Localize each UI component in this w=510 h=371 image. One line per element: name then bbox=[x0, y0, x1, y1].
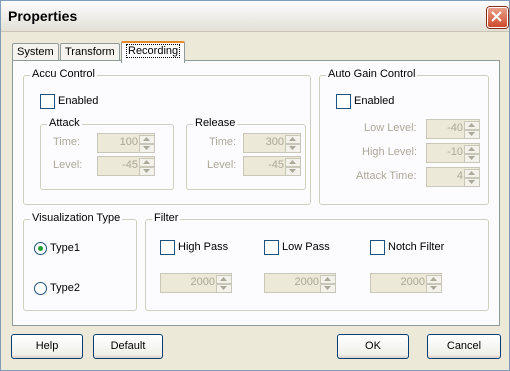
accu-enabled-label: Enabled bbox=[58, 95, 99, 107]
attack-level-label: Level: bbox=[53, 159, 83, 171]
accu-enabled-checkbox[interactable] bbox=[40, 94, 55, 109]
help-button[interactable]: Help bbox=[11, 334, 83, 359]
spin-up-icon[interactable] bbox=[139, 135, 155, 144]
spin-up-icon[interactable] bbox=[285, 135, 301, 144]
spin-down-icon[interactable] bbox=[285, 167, 301, 176]
spin-up-icon[interactable] bbox=[464, 121, 480, 130]
tab-system[interactable]: System bbox=[12, 43, 59, 61]
release-level-label: Level: bbox=[207, 159, 237, 171]
low-level-spinner[interactable]: -40 bbox=[426, 119, 480, 139]
attack-level-spinner[interactable]: -45 bbox=[97, 156, 155, 176]
attack-group: Attack Time: 100 Level: -45 bbox=[40, 117, 174, 190]
close-button[interactable] bbox=[487, 7, 508, 28]
title-bar[interactable]: Properties bbox=[1, 1, 509, 32]
close-icon bbox=[491, 11, 502, 22]
window-title: Properties bbox=[8, 8, 78, 24]
high-pass-spinner[interactable]: 2000 bbox=[160, 273, 232, 293]
spin-down-icon[interactable] bbox=[320, 284, 336, 293]
type1-radio[interactable] bbox=[34, 242, 47, 255]
high-level-spinner[interactable]: -10 bbox=[426, 143, 480, 163]
type1-label: Type1 bbox=[50, 242, 80, 254]
attack-time-label: Attack Time: bbox=[356, 170, 417, 182]
spin-down-icon[interactable] bbox=[216, 284, 232, 293]
high-pass-label: High Pass bbox=[178, 241, 229, 253]
cancel-button[interactable]: Cancel bbox=[427, 334, 501, 359]
notch-filter-checkbox[interactable] bbox=[370, 240, 385, 255]
attack-time-spinner[interactable]: 100 bbox=[97, 133, 155, 153]
spin-up-icon[interactable] bbox=[285, 158, 301, 167]
auto-gain-enabled-label: Enabled bbox=[354, 95, 395, 107]
filter-group: Filter High Pass Low Pass Notch Filter 2… bbox=[145, 212, 489, 311]
release-time-spinner[interactable]: 300 bbox=[243, 133, 301, 153]
visualization-type-group: Visualization Type Type1 Type2 bbox=[23, 212, 137, 311]
high-level-label: High Level: bbox=[362, 146, 418, 158]
accu-control-title: Accu Control bbox=[30, 68, 97, 80]
spin-down-icon[interactable] bbox=[139, 144, 155, 153]
auto-gain-group: Auto Gain Control Enabled Low Level: -40… bbox=[319, 68, 489, 205]
spin-down-icon[interactable] bbox=[464, 178, 480, 187]
notch-filter-label: Notch Filter bbox=[388, 241, 445, 253]
spin-down-icon[interactable] bbox=[139, 167, 155, 176]
release-title: Release bbox=[193, 117, 238, 129]
auto-gain-title: Auto Gain Control bbox=[326, 68, 418, 80]
spin-up-icon[interactable] bbox=[216, 275, 232, 284]
spin-up-icon[interactable] bbox=[464, 169, 480, 178]
attack-time-label: Time: bbox=[53, 136, 81, 148]
release-level-spinner[interactable]: -45 bbox=[243, 156, 301, 176]
recording-tab-panel: Accu Control Enabled Attack Time: 100 Le… bbox=[12, 60, 500, 326]
spin-up-icon[interactable] bbox=[426, 275, 442, 284]
release-group: Release Time: 300 Level: -45 bbox=[186, 117, 306, 190]
high-pass-checkbox[interactable] bbox=[160, 240, 175, 255]
properties-dialog: Properties System Transform Recording Ac… bbox=[0, 0, 510, 371]
release-time-label: Time: bbox=[209, 136, 237, 148]
accu-control-group: Accu Control Enabled Attack Time: 100 Le… bbox=[23, 68, 311, 205]
spin-down-icon[interactable] bbox=[464, 130, 480, 139]
type2-radio[interactable] bbox=[34, 282, 47, 295]
spin-up-icon[interactable] bbox=[320, 275, 336, 284]
spin-down-icon[interactable] bbox=[464, 154, 480, 163]
spin-up-icon[interactable] bbox=[139, 158, 155, 167]
auto-gain-enabled-checkbox[interactable] bbox=[336, 94, 351, 109]
ok-button[interactable]: OK bbox=[337, 334, 409, 359]
low-pass-spinner[interactable]: 2000 bbox=[264, 273, 336, 293]
attack-time-spinner[interactable]: 4 bbox=[426, 167, 480, 187]
low-pass-checkbox[interactable] bbox=[264, 240, 279, 255]
notch-filter-spinner[interactable]: 2000 bbox=[370, 273, 442, 293]
type2-label: Type2 bbox=[50, 282, 80, 294]
low-level-label: Low Level: bbox=[364, 122, 417, 134]
tab-recording[interactable]: Recording bbox=[121, 41, 186, 63]
radio-selected-dot bbox=[38, 246, 43, 251]
visualization-type-title: Visualization Type bbox=[30, 212, 123, 224]
spin-down-icon[interactable] bbox=[285, 144, 301, 153]
tab-transform[interactable]: Transform bbox=[60, 43, 120, 61]
attack-title: Attack bbox=[47, 117, 82, 129]
spin-up-icon[interactable] bbox=[464, 145, 480, 154]
low-pass-label: Low Pass bbox=[282, 241, 330, 253]
spin-down-icon[interactable] bbox=[426, 284, 442, 293]
default-button[interactable]: Default bbox=[93, 334, 163, 359]
filter-title: Filter bbox=[152, 212, 181, 224]
